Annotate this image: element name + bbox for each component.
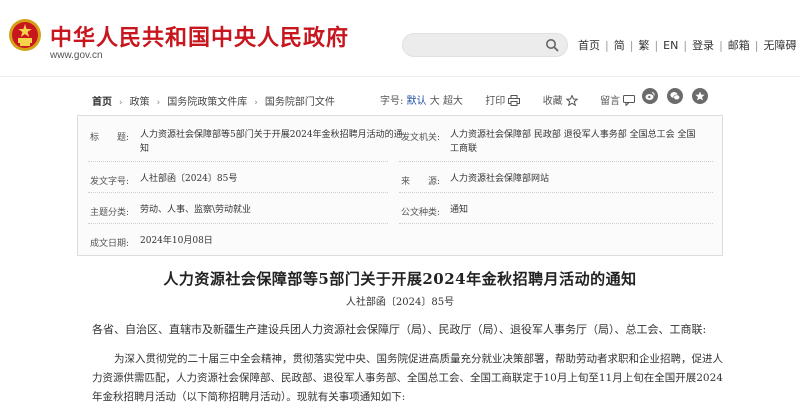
breadcrumb-policy-library[interactable]: 国务院政策文件库 [167, 97, 247, 108]
article-tools: 字号: 默认 大 超大 打印 收藏 留言 [380, 92, 636, 107]
nav-accessibility-link[interactable]: 无障碍 [764, 39, 797, 52]
meta-category-label: 主题分类: [90, 208, 130, 218]
font-size-large[interactable]: 大 [430, 96, 440, 107]
font-size-xlarge[interactable]: 超大 [443, 96, 463, 107]
nav-mail-link[interactable]: 邮箱 [728, 39, 750, 52]
separator: | [754, 39, 759, 52]
article-doc-number: 人社部函〔2024〕85号 [345, 297, 455, 308]
separator: | [629, 39, 634, 52]
chevron-right-icon: › [254, 98, 258, 108]
meta-issuer-value: 人力资源社会保障部 民政部 退役军人事务部 全国总工会 全国 工商联 [450, 128, 712, 156]
site-url: www.gov.cn [50, 50, 103, 61]
comment-button[interactable]: 留言 [600, 95, 636, 107]
breadcrumb-department-docs[interactable]: 国务院部门文件 [265, 97, 335, 108]
breadcrumb-policy[interactable]: 政策 [130, 97, 150, 108]
search-icon[interactable] [545, 38, 559, 52]
breadcrumb-home[interactable]: 首页 [92, 97, 112, 108]
meta-divider [88, 223, 388, 224]
document-metadata-panel: 标 题: 人力资源社会保障部等5部门关于开展2024年金秋招聘月活动的通 知 发… [77, 115, 723, 256]
search-input[interactable] [403, 35, 543, 57]
separator: | [605, 39, 609, 52]
nav-login-link[interactable]: 登录 [692, 39, 714, 52]
star-icon [565, 95, 578, 106]
article-title: 人力资源社会保障部等5部门关于开展2024年金秋招聘月活动的通知 [163, 270, 637, 288]
meta-doctype-value: 通知 [450, 205, 469, 215]
nav-home-link[interactable]: 首页 [578, 39, 600, 52]
qzone-icon[interactable] [692, 88, 708, 104]
nav-english-link[interactable]: EN [663, 39, 678, 52]
header-divider [0, 76, 800, 77]
site-title[interactable]: 中华人民共和国中央人民政府 [50, 20, 349, 52]
national-emblem-icon[interactable] [8, 18, 42, 52]
chevron-right-icon: › [156, 98, 161, 108]
print-button[interactable]: 打印 [485, 95, 521, 107]
nav-simplified-link[interactable]: 简 [614, 39, 625, 52]
separator: | [654, 39, 659, 52]
site-header: 中华人民共和国中央人民政府 www.gov.cn 首页 | 简 | 繁 | EN | 登录 | 邮箱… [0, 0, 800, 74]
meta-date-label: 成文日期: [90, 239, 130, 249]
meta-title-line1: 人力资源社会保障部等5部门关于开展2024年金秋招聘月活动的通 [140, 130, 403, 140]
top-nav-links: 首页 | 简 | 繁 | EN | 登录 | 邮箱 | 无障碍 [578, 37, 797, 53]
meta-title-value: 人力资源社会保障部等5部门关于开展2024年金秋招聘月活动的通 知 [140, 128, 410, 156]
favorite-button[interactable]: 收藏 [542, 95, 578, 107]
meta-issuer-line2: 工商联 [450, 144, 478, 154]
meta-title-label: 标 题: [90, 133, 130, 143]
nav-traditional-link[interactable]: 繁 [638, 39, 649, 52]
wechat-icon[interactable] [667, 88, 683, 104]
meta-date-value: 2024年10月08日 [140, 236, 213, 246]
print-icon [508, 95, 521, 106]
article-paragraph: 为深入贯彻党的二十届三中全会精神，贯彻落实党中央、国务院促进高质量充分就业决策部… [92, 353, 723, 403]
comment-icon [623, 95, 636, 106]
meta-doctype-label: 公文种类: [401, 208, 441, 218]
print-label: 打印 [485, 96, 506, 107]
meta-source-value: 人力资源社会保障部网站 [450, 174, 550, 184]
meta-divider [88, 192, 388, 193]
font-size-label: 字号: [380, 96, 404, 107]
meta-source-label: 来 源: [401, 177, 441, 187]
article-salutation: 各省、自治区、直辖市及新疆生产建设兵团人力资源社会保障厅（局）、民政厅（局）、退… [92, 323, 707, 336]
separator: | [683, 39, 688, 52]
meta-divider [88, 161, 388, 162]
meta-issuer-line1: 人力资源社会保障部 民政部 退役军人事务部 全国总工会 全国 [450, 130, 696, 140]
meta-issuer-label: 发文机关: [401, 133, 441, 143]
meta-title-line2: 知 [140, 144, 150, 154]
separator: | [719, 39, 723, 52]
search-bar [402, 33, 568, 57]
meta-divider [399, 161, 713, 162]
meta-divider [399, 223, 713, 224]
chevron-right-icon: › [119, 98, 123, 108]
weibo-icon[interactable] [642, 88, 658, 104]
meta-divider [399, 192, 713, 193]
meta-category-value: 劳动、人事、监察\劳动就业 [140, 205, 252, 215]
favorite-label: 收藏 [542, 96, 563, 107]
meta-docno-value: 人社部函〔2024〕85号 [140, 174, 238, 184]
font-size-default[interactable]: 默认 [407, 96, 427, 107]
meta-docno-label: 发文字号: [90, 177, 130, 187]
breadcrumb: 首页 › 政策 › 国务院政策文件库 › 国务院部门文件 [92, 93, 335, 108]
comment-label: 留言 [600, 96, 621, 107]
